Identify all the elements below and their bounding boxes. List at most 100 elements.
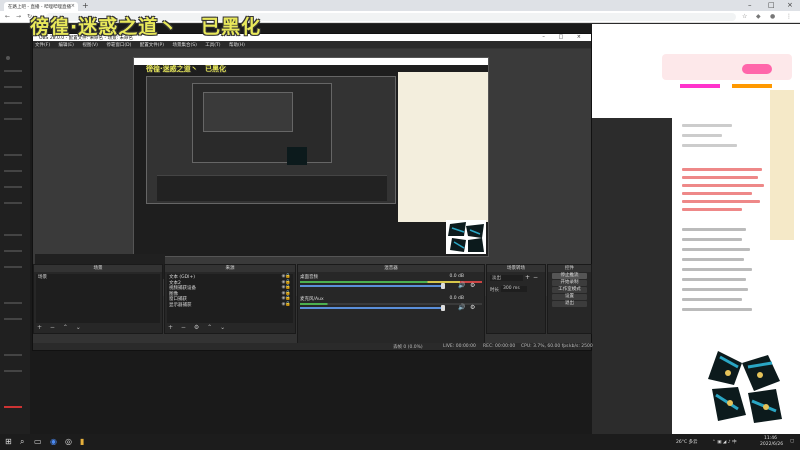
start-recording-button[interactable]: 开始录制 (552, 280, 587, 286)
obs-window: OBS 28.0.0 - 配置文件: 未命名 - 场景: 未命名 – □ × 文… (32, 33, 593, 351)
remove-transition-icon[interactable]: − (533, 274, 538, 281)
windows-start-icon[interactable]: ⊞ (5, 437, 12, 446)
chrome-icon[interactable]: ◉ (50, 437, 57, 446)
scenes-toolbar[interactable]: + − ⌃ ⌄ (37, 324, 84, 331)
sidebar-item[interactable] (4, 102, 22, 104)
preview-canvas[interactable]: 徬徨·迷惑之道丶 已黑化 (133, 57, 489, 257)
obs-status-bar: 丢帧 0 (0.0%) LIVE: 00:00:00 REC: 00:00:00… (33, 343, 593, 350)
visibility-icon[interactable]: ◉🔒 (281, 302, 291, 308)
sources-toolbar[interactable]: + − ⚙ ⌃ ⌄ (168, 324, 228, 331)
nested-mascot (287, 147, 307, 165)
mixer-header: 混音器 (298, 265, 484, 272)
sidebar-item[interactable] (4, 370, 22, 372)
sidebar-item[interactable] (4, 186, 22, 188)
maximize-button[interactable]: □ (768, 1, 775, 9)
menu-edit[interactable]: 编辑(E) (59, 43, 74, 48)
add-transition-icon[interactable]: + (525, 274, 530, 281)
search-icon[interactable]: ⌕ (20, 437, 24, 447)
menu-file[interactable]: 文件(F) (35, 43, 50, 48)
gear-icon[interactable]: ⚙ (470, 282, 475, 289)
settings-button[interactable]: 设置 (552, 294, 587, 300)
notification-icon[interactable]: ▢ (790, 439, 794, 444)
status-live: LIVE: 00:00:00 (443, 344, 476, 349)
volume-slider[interactable] (300, 283, 445, 289)
menu-docks[interactable]: 停靠窗口(D) (106, 43, 131, 48)
minimize-button[interactable]: – (748, 1, 752, 9)
tab-title: 在路上吧 - 直播 - 哔哩哔哩直播 (8, 5, 71, 10)
menu-icon[interactable]: ⋮ (786, 13, 792, 20)
chat-message (682, 308, 752, 311)
exit-button[interactable]: 退出 (552, 301, 587, 307)
source-label: 显示器捕获 (169, 302, 192, 308)
follow-button[interactable] (742, 64, 772, 74)
nested-obs-preview (192, 83, 332, 163)
sidebar-home-icon[interactable] (6, 56, 10, 60)
star-icon[interactable]: ☆ (742, 13, 747, 20)
speaker-icon[interactable]: 🔊 (458, 304, 465, 311)
browser-tab[interactable]: 在路上吧 - 直播 - 哔哩哔哩直播 × (4, 2, 78, 11)
sidebar-item[interactable] (4, 250, 22, 252)
gear-icon[interactable]: ⚙ (470, 304, 475, 311)
duration-input[interactable]: 300 ms (501, 286, 527, 292)
slider-knob[interactable] (441, 305, 445, 311)
sidebar-item[interactable] (4, 202, 22, 204)
chat-message (682, 208, 742, 211)
chat-message (682, 134, 722, 137)
transition-select[interactable]: 淡出 (490, 275, 523, 281)
sidebar-item[interactable] (4, 302, 22, 304)
menu-profile[interactable]: 配置文件(P) (140, 43, 164, 48)
speaker-icon[interactable]: 🔊 (458, 282, 465, 289)
sidebar-item[interactable] (4, 118, 22, 120)
nested-obs-docks (157, 175, 387, 201)
sidebar-item[interactable] (4, 170, 22, 172)
stop-streaming-button[interactable]: 停止推流 (552, 273, 587, 279)
left-sidebar (0, 24, 30, 434)
room-tag (680, 84, 720, 88)
duration-label: 时长 (490, 288, 499, 293)
taskbar-weather[interactable]: 26°C 多云 (676, 439, 698, 445)
sidebar-item[interactable] (4, 86, 22, 88)
menu-scene-collection[interactable]: 场景集合(S) (172, 43, 196, 48)
chat-message (682, 176, 758, 179)
sources-header: 来源 (165, 265, 295, 272)
sources-list: 文本 (GDI+) ◉🔒 文本2 ◉🔒 视频捕获设备 ◉🔒 图像 ◉🔒 窗口捕获 ◉🔒 显… (167, 274, 293, 323)
menu-help[interactable]: 帮助(H) (229, 43, 245, 48)
menu-tools[interactable]: 工具(T) (205, 43, 220, 48)
menu-view[interactable]: 视图(V) (82, 43, 98, 48)
gift-bar[interactable] (662, 54, 792, 80)
arrow-right-icon[interactable]: → (16, 13, 21, 20)
nested-obs-window (146, 76, 396, 204)
task-view-icon[interactable]: ▭ (34, 437, 42, 446)
chat-message (682, 200, 760, 203)
profile-icon[interactable]: ● (770, 13, 775, 20)
close-tab-icon[interactable]: × (71, 3, 75, 9)
scenes-header: 场景 (34, 265, 162, 272)
status-cpu: CPU: 3.7%, 60.00 fps (521, 344, 569, 349)
sidebar-item[interactable] (4, 234, 22, 236)
sidebar-item[interactable] (4, 354, 22, 356)
obs-window-buttons[interactable]: – □ × (542, 34, 587, 40)
sidebar-red-button[interactable] (4, 406, 22, 408)
scene-item[interactable]: 场景 (36, 274, 160, 280)
close-window-button[interactable]: × (787, 1, 793, 9)
event-banner[interactable] (770, 90, 794, 240)
taskbar-date[interactable]: 2022/6/26 (760, 442, 783, 447)
sidebar-item[interactable] (4, 318, 22, 320)
sidebar-item[interactable] (4, 266, 22, 268)
folder-icon[interactable]: ▮ (80, 437, 84, 446)
slider-knob[interactable] (441, 283, 445, 289)
sidebar-item[interactable] (4, 70, 22, 72)
source-item[interactable]: 显示器捕获 ◉🔒 (167, 302, 293, 308)
tray-icons[interactable]: ⌃ ▣ ◢ ♪ 中 (712, 439, 737, 445)
sidebar-item[interactable] (4, 154, 22, 156)
volume-slider[interactable] (300, 305, 445, 311)
new-tab-button[interactable]: + (82, 1, 89, 10)
obs-icon[interactable]: ◎ (65, 437, 72, 446)
chat-message (682, 268, 752, 271)
volume-meter (300, 281, 482, 283)
extension-icon[interactable]: ◆ (756, 13, 761, 20)
taskbar-time[interactable]: 11:46 (764, 436, 777, 441)
chat-message (682, 184, 764, 187)
studio-mode-button[interactable]: 工作室模式 (552, 287, 587, 293)
arrow-left-icon[interactable]: ← (5, 13, 10, 20)
